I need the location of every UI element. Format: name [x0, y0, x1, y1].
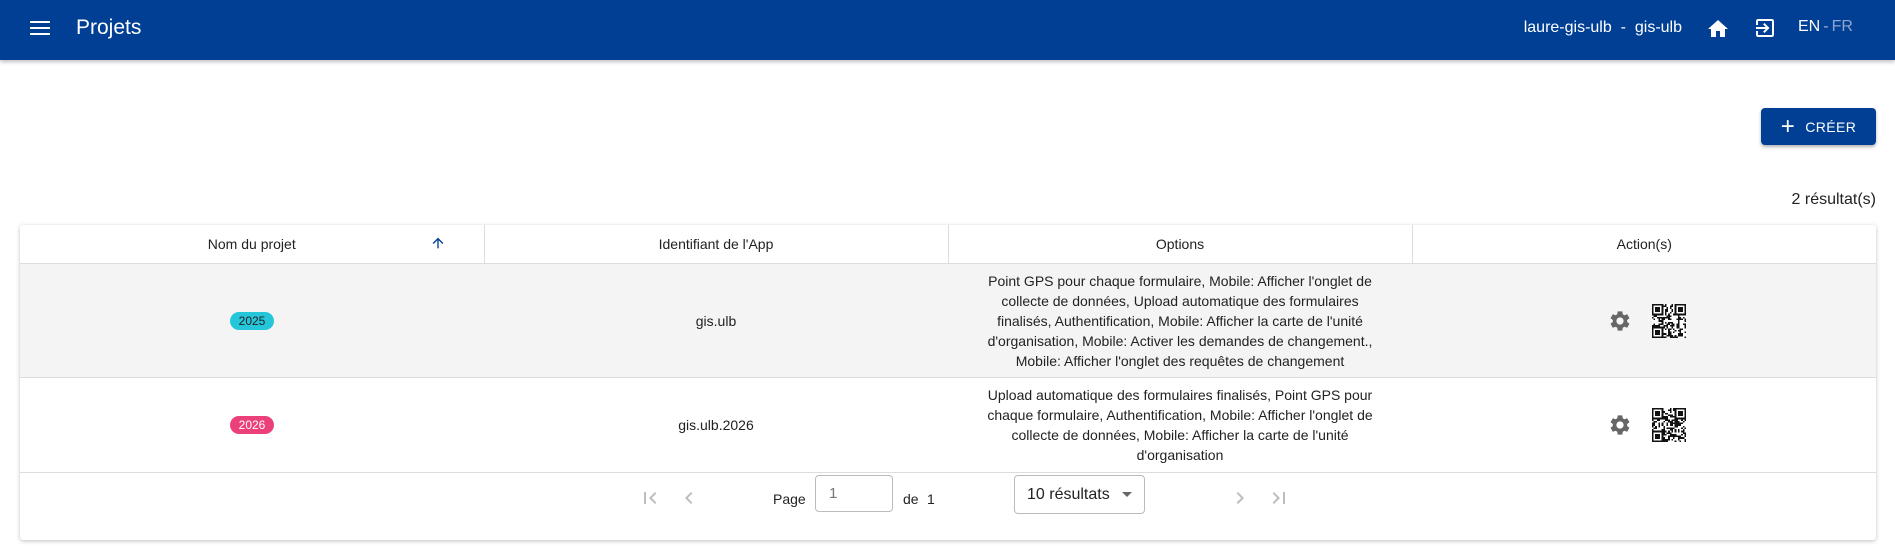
table-row: 2026 gis.ulb.2026 Upload automatique des… [20, 377, 1876, 473]
lang-separator: - [1823, 18, 1829, 35]
app-id-cell: gis.ulb [484, 263, 948, 378]
qr-code-icon[interactable] [1651, 303, 1686, 338]
options-cell: Point GPS pour chaque formulaire, Mobile… [948, 263, 1412, 378]
last-page-icon[interactable] [1267, 486, 1291, 510]
actions-cell [1412, 377, 1876, 473]
language-switcher: EN - FR [1798, 18, 1853, 36]
app-bar: Projets laure-gis-ulb - gis-ulb EN - FR [0, 0, 1895, 60]
projects-table-card: Nom du projet Identifiant de l'App Optio… [20, 225, 1876, 540]
user-info: laure-gis-ulb - gis-ulb [1523, 19, 1682, 36]
of-label: de [903, 491, 919, 507]
sort-ascending-icon[interactable] [430, 235, 446, 251]
menu-icon[interactable] [28, 17, 52, 41]
lang-fr[interactable]: FR [1832, 18, 1853, 35]
table-row: 2025 gis.ulb Point GPS pour chaque formu… [20, 263, 1876, 378]
qr-code-icon[interactable] [1651, 408, 1686, 442]
column-header-name[interactable]: Nom du projet [20, 225, 485, 264]
create-button[interactable]: + CRÉER [1761, 108, 1876, 145]
project-name-cell: 2025 [20, 263, 484, 378]
gear-icon[interactable] [1608, 413, 1632, 437]
create-button-label: CRÉER [1805, 118, 1857, 135]
page-label: Page [773, 491, 806, 507]
pagination: Page de 1 10 résultats [20, 470, 1876, 530]
gear-icon[interactable] [1608, 309, 1632, 333]
app-id-cell: gis.ulb.2026 [484, 377, 948, 473]
actions-cell [1412, 263, 1876, 378]
plus-icon: + [1780, 112, 1796, 140]
first-page-icon[interactable] [638, 486, 662, 510]
page-number-input[interactable] [815, 475, 893, 512]
projects-table: Nom du projet Identifiant de l'App Optio… [20, 225, 1876, 473]
total-pages: 1 [927, 491, 935, 507]
page-size-value: 10 résultats [1027, 485, 1110, 503]
page-title: Projets [76, 16, 142, 39]
column-header-actions: Action(s) [1412, 225, 1876, 264]
results-count: 2 résultat(s) [1791, 191, 1876, 208]
column-header-options[interactable]: Options [948, 225, 1413, 264]
previous-page-icon[interactable] [677, 486, 701, 510]
project-badge[interactable]: 2025 [230, 311, 274, 330]
home-icon[interactable] [1706, 17, 1730, 41]
page-size-select[interactable]: 10 résultats [1014, 475, 1145, 514]
options-cell: Upload automatique des formulaires final… [948, 377, 1412, 473]
project-badge[interactable]: 2026 [230, 416, 274, 434]
column-header-app-id[interactable]: Identifiant de l'App [484, 225, 949, 264]
chevron-down-icon [1122, 492, 1132, 497]
next-page-icon[interactable] [1228, 486, 1252, 510]
lang-en[interactable]: EN [1798, 18, 1820, 35]
logout-icon[interactable] [1753, 16, 1777, 40]
project-name-cell: 2026 [20, 377, 484, 473]
